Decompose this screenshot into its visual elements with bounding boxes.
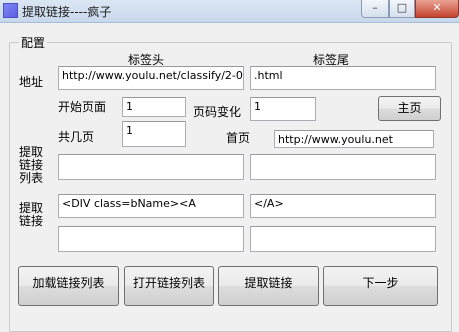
maximize-button[interactable]: □ [389, 0, 415, 18]
extract-link-label: 提取 链接 [19, 201, 44, 228]
app-icon [3, 3, 18, 18]
home-button[interactable]: 主页 [378, 96, 441, 121]
config-group-label: 配置 [19, 34, 48, 51]
title-bar: 提取链接----疯子 – □ ✕ [0, 0, 459, 23]
page-step-input[interactable]: 1 [250, 97, 316, 121]
extract-list-tail-input[interactable] [250, 154, 436, 180]
start-page-label: 开始页面 [58, 100, 107, 114]
extract-link-head2-input[interactable] [58, 226, 244, 252]
homepage-input[interactable]: http://www.youlu.net [274, 130, 434, 148]
window-title: 提取链接----疯子 [22, 5, 112, 19]
extract-list-head-input[interactable] [58, 154, 244, 180]
extract-link-head-input[interactable]: <DIV class=bName><A [58, 194, 244, 218]
extract-list-label: 提取 链接 列表 [19, 145, 44, 185]
start-page-input[interactable]: 1 [122, 97, 186, 117]
extract-link-tail-input[interactable]: </A> [250, 194, 436, 218]
extract-link-tail2-input[interactable] [250, 226, 436, 252]
address-suffix-input[interactable]: .html [250, 66, 436, 90]
total-pages-label: 共几页 [58, 130, 95, 144]
extract-button[interactable]: 提取链接 [218, 266, 319, 306]
address-label: 地址 [19, 75, 44, 89]
homepage-label: 首页 [226, 131, 251, 145]
close-button[interactable]: ✕ [415, 0, 459, 18]
minimize-button[interactable]: – [361, 0, 389, 18]
next-button[interactable]: 下一步 [323, 266, 438, 306]
load-list-button[interactable]: 加载链接列表 [18, 266, 119, 306]
page-step-label: 页码变化 [193, 105, 242, 119]
total-pages-input[interactable]: 1 [122, 121, 186, 147]
open-list-button[interactable]: 打开链接列表 [124, 266, 214, 306]
address-url-input[interactable]: http://www.youlu.net/classify/2-0127- [58, 66, 244, 90]
